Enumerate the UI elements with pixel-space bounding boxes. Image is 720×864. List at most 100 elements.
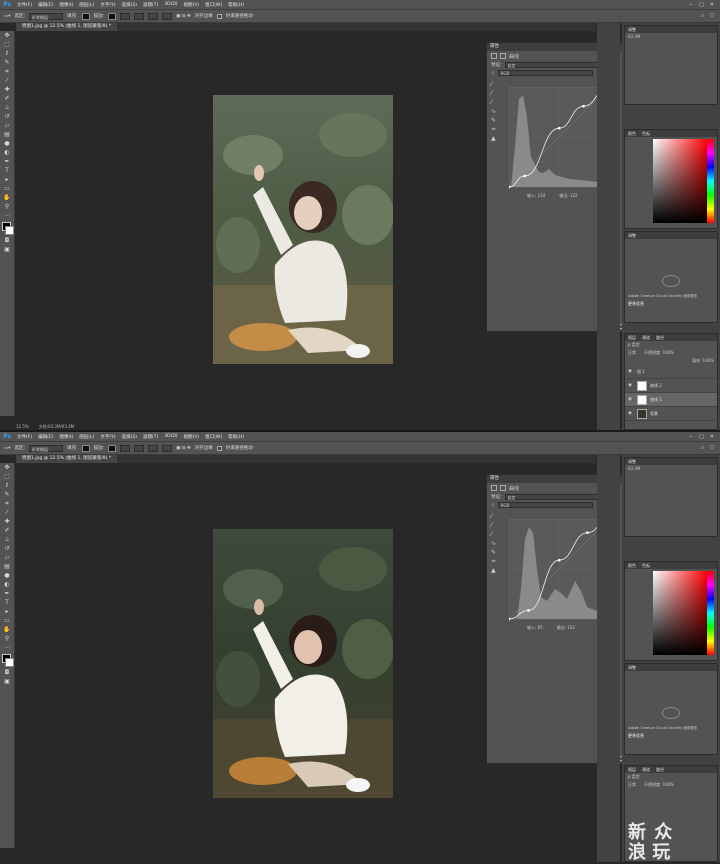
path-select-icon[interactable]: ▸ [0,175,14,184]
more-info-link[interactable]: 更多信息 [625,732,717,740]
tab-adjust[interactable]: 调整 [628,26,636,33]
layer-row[interactable]: ◉ 背景 [625,407,717,421]
curve-control-point[interactable] [557,126,561,130]
maximize-icon[interactable]: □ [699,2,704,8]
brush-tool-icon[interactable]: ✐ [0,94,14,103]
curves-graph[interactable] [507,517,611,621]
pencil-icon[interactable]: ✎ [491,117,499,124]
white-point-eyedropper-icon[interactable]: ⁄ [491,531,499,538]
path-select-icon[interactable]: ▸ [0,607,14,616]
tab-channels[interactable]: 通道 [642,334,650,341]
eraser-tool-icon[interactable]: ▱ [0,121,14,130]
crop-tool-icon[interactable]: ⌗ [0,499,14,508]
menu-type[interactable]: 文字(Y) [97,434,118,440]
type-tool-icon[interactable]: T [0,598,14,607]
stroke-swatch[interactable] [108,12,117,20]
menu-3d[interactable]: 3D(D) [161,2,180,7]
layer-mask-thumb[interactable] [637,380,647,391]
history-brush-icon[interactable]: ↺ [0,544,14,553]
gray-point-eyedropper-icon[interactable]: ⁄ [491,90,499,97]
blend-mode-select[interactable]: 正常 [628,350,636,356]
pen-tool-icon[interactable]: ✒ [0,589,14,598]
workspace-icon[interactable]: ▢ [710,445,714,451]
menu-select[interactable]: 选择(S) [119,434,140,440]
opacity-field[interactable]: 不透明度: 100% [644,782,674,788]
height-field[interactable] [162,444,173,452]
preset-select[interactable]: 自定 [504,494,600,500]
path-ops-icon[interactable]: ▣ ⊟ ✥ [176,14,191,19]
menu-window[interactable]: 窗口(W) [202,434,225,440]
layer-row[interactable]: ◉ 组 1 [625,365,717,379]
menu-image[interactable]: 图像(I) [56,434,76,440]
screen-mode-icon[interactable]: ▣ [0,245,14,254]
stroke-width-field[interactable] [120,12,131,20]
dodge-tool-icon[interactable]: ◐ [0,148,14,157]
layer-kind-filter[interactable]: ρ 类型 [625,341,717,349]
black-point-eyedropper-icon[interactable]: ⁄ [491,513,499,520]
lasso-tool-icon[interactable]: ℓ [0,481,14,490]
tab-color[interactable]: 颜色 [628,130,636,137]
input-value[interactable]: 65 [538,625,543,630]
fill-swatch[interactable] [81,12,90,20]
curve-control-point[interactable] [507,185,511,189]
menu-help[interactable]: 帮助(H) [225,2,247,8]
mask-icon[interactable] [500,53,506,59]
document-tab[interactable]: 原图1.jpg @ 12.5% (曲线 1, 图层蒙版/8) * [16,455,118,463]
hue-slider[interactable] [707,571,714,655]
clipping-warning-icon[interactable]: ▲ [491,567,499,574]
close-icon[interactable]: ✕ [710,434,714,440]
menu-layer[interactable]: 图层(L) [76,2,97,8]
more-tools-icon[interactable]: ⋯ [0,643,14,652]
constrain-checkbox[interactable] [216,445,222,451]
document-photo[interactable] [213,529,393,798]
eyedropper-tool-icon[interactable]: ⁄ [0,508,14,517]
workspace-icon[interactable]: ▢ [710,13,714,19]
document-tab[interactable]: 原图1.jpg @ 12.5% (曲线 1, 图层蒙版/8) * [16,23,118,31]
screen-mode-icon[interactable]: ▣ [0,677,14,686]
smooth-icon[interactable]: ≈ [491,558,499,565]
fill-field[interactable]: 填充: 100% [625,357,717,365]
tab-libraries[interactable]: 调整 [628,232,636,239]
fill-swatch[interactable] [81,444,90,452]
mask-icon[interactable] [500,485,506,491]
curve-control-point[interactable] [523,174,526,178]
blur-tool-icon[interactable]: ● [0,139,14,148]
zoom-tool-icon[interactable]: ⚲ [0,202,14,211]
color-field[interactable] [653,139,708,223]
menu-file[interactable]: 文件(F) [14,2,35,8]
color-swatches[interactable] [0,652,14,668]
tab-paths[interactable]: 路径 [656,766,664,773]
search-icon[interactable]: ⌕ [701,13,704,19]
white-point-eyedropper-icon[interactable]: ⁄ [491,99,499,106]
eraser-tool-icon[interactable]: ▱ [0,553,14,562]
shape-tool-icon[interactable]: ▭▾ [4,14,11,19]
tab-layers[interactable]: 图层 [628,766,636,773]
stamp-tool-icon[interactable]: ⊥ [0,103,14,112]
hand-tool-icon[interactable]: ✋ [0,193,14,202]
target-adjust-icon[interactable]: ☝ [491,502,495,509]
output-value[interactable]: 122 [570,193,578,198]
quick-mask-icon[interactable]: ◘ [0,236,14,245]
hand-tool-icon[interactable]: ✋ [0,625,14,634]
stroke-width-field[interactable] [120,444,131,452]
curve-control-point[interactable] [507,617,511,621]
layer-row[interactable]: ◉ 曲线 2 [625,379,717,393]
gray-point-eyedropper-icon[interactable]: ⁄ [491,522,499,529]
eye-icon[interactable]: ◉ [628,383,634,388]
tab-paths[interactable]: 路径 [656,334,664,341]
height-field[interactable] [162,12,173,20]
curve-edit-icon[interactable]: ∿ [491,108,499,115]
target-adjust-icon[interactable]: ☝ [491,70,495,77]
smooth-icon[interactable]: ≈ [491,126,499,133]
menu-view[interactable]: 视图(V) [181,2,203,8]
lasso-tool-icon[interactable]: ℓ [0,49,14,58]
mode-select[interactable]: 形状图层 [29,444,64,452]
marquee-tool-icon[interactable]: ⬚ [0,40,14,49]
healing-tool-icon[interactable]: ✚ [0,517,14,526]
eye-icon[interactable]: ◉ [628,397,634,402]
quick-select-tool-icon[interactable]: ✎ [0,58,14,67]
maximize-icon[interactable]: □ [699,434,704,440]
tab-channels[interactable]: 通道 [642,766,650,773]
gradient-tool-icon[interactable]: ▤ [0,130,14,139]
more-info-link[interactable]: 更多信息 [625,300,717,308]
